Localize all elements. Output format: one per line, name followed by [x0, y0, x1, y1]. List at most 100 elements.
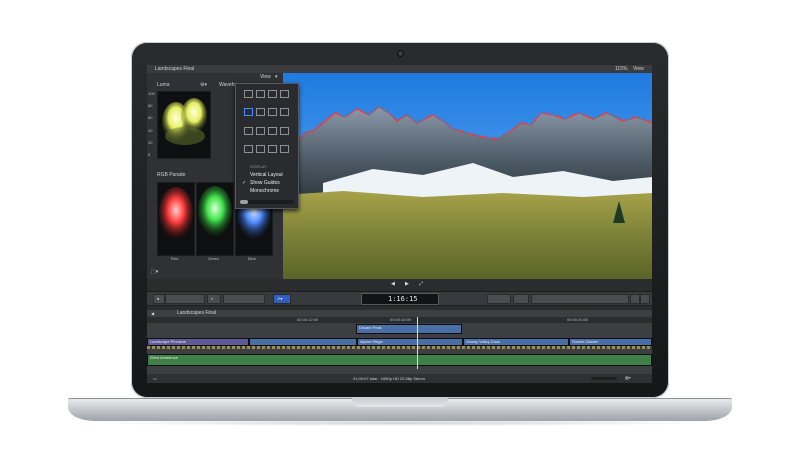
timeline: ◀ Landscapes Final 00:00:12:00 00:00:16:… — [147, 310, 652, 374]
search-icon: ⌕ — [211, 296, 214, 301]
record-voiceover-button[interactable]: ● — [153, 294, 165, 304]
clip-label: Distant Peak — [359, 325, 382, 330]
primary-clip[interactable]: Sunset Glacier — [569, 338, 652, 346]
title-bar: Landscapes Final 115% View — [147, 65, 652, 73]
display-section-label: DISPLAY — [250, 164, 267, 169]
viewer-image[interactable] — [283, 73, 652, 279]
primary-clip[interactable]: Alpine Ridge — [357, 338, 463, 346]
brightness-slider[interactable] — [240, 200, 294, 204]
scopes-view-menu[interactable]: View — [260, 74, 271, 80]
viewer-transport: ◀ ▶ ⤢ — [283, 279, 652, 289]
retime-button[interactable] — [513, 294, 529, 304]
fullscreen-icon[interactable]: ⤢ — [419, 281, 423, 287]
tick-label: 40 — [148, 127, 153, 133]
layout-option[interactable] — [268, 90, 277, 98]
menu-item-monochrome[interactable]: Monochrome — [250, 188, 279, 194]
timecode-value: 1:16:15 — [388, 295, 418, 303]
parade-label-green: Green — [208, 256, 220, 261]
project-title: Landscapes Final — [155, 66, 195, 72]
zoom-slider[interactable] — [591, 377, 617, 380]
microphone-icon: ● — [157, 296, 160, 301]
layout-option[interactable] — [256, 108, 265, 117]
browser-toggle-buttons[interactable] — [531, 294, 629, 304]
layout-option[interactable] — [268, 144, 277, 153]
timecode-display[interactable]: 1:16:15 — [361, 293, 439, 305]
red-parade-scope — [157, 182, 195, 256]
layout-option[interactable] — [244, 90, 253, 98]
search-button[interactable]: ⌕ — [207, 294, 221, 304]
layout-option[interactable] — [244, 108, 253, 117]
audio-clip-label: Wind Ambience — [150, 355, 178, 360]
scale-ticks: 100 80 60 40 20 0 — [148, 91, 156, 157]
primary-clip[interactable] — [249, 338, 357, 346]
layout-option[interactable] — [256, 144, 265, 153]
magic-wand-button[interactable] — [487, 294, 511, 304]
previous-frame-icon[interactable]: ◀ — [391, 281, 395, 287]
share-button[interactable] — [640, 294, 650, 304]
undo-button[interactable] — [630, 294, 640, 304]
app-screen: Landscapes Final 115% View Luma ⚙▾ Wavef… — [147, 65, 652, 383]
clip-label: Sunset Glacier — [572, 339, 599, 344]
timeline-project-title: Landscapes Final — [177, 310, 217, 316]
rgb-parade-label: RGB Parade — [157, 172, 186, 178]
menu-item-vertical-layout[interactable]: Vertical Layout — [250, 172, 283, 178]
layout-option[interactable] — [268, 108, 277, 117]
tick-label: 80 — [148, 103, 153, 109]
clip-appearance-icon[interactable]: ▦▾ — [625, 375, 631, 380]
ruler-mark: 00:00:16:00 — [390, 317, 412, 322]
primary-clip[interactable]: Landscape Pinnacle — [147, 338, 249, 346]
viewer-options-icon[interactable]: ⬚▾ — [151, 269, 158, 275]
playhead[interactable] — [417, 317, 418, 369]
clip-label: Landscape Pinnacle — [150, 339, 187, 344]
connected-clip[interactable]: Distant Peak — [356, 324, 462, 334]
layout-option[interactable] — [280, 126, 289, 135]
ruler-mark: 00:00:20:00 — [567, 317, 589, 322]
layout-option[interactable] — [244, 126, 253, 135]
tick-label: 0 — [148, 151, 151, 157]
layout-grid — [244, 90, 292, 160]
parade-label-red: Red — [171, 256, 179, 261]
timeline-options-icon[interactable]: ▭ — [153, 376, 157, 381]
scope-options-popup: DISPLAY Vertical Layout ✓ Show Guides Mo… — [235, 83, 299, 209]
menu-item-show-guides[interactable]: Show Guides — [250, 180, 280, 186]
layout-option[interactable] — [280, 108, 289, 117]
clip-label: Snowy Valley Dusk — [466, 339, 500, 344]
audio-clip[interactable]: Wind Ambience — [147, 354, 652, 366]
chevron-down-icon[interactable]: ▾ — [275, 74, 278, 80]
luma-waveform-scope — [157, 91, 211, 159]
tick-label: 60 — [148, 115, 153, 121]
luma-label: Luma — [157, 82, 170, 88]
select-tool-button[interactable]: ➚▾ — [273, 294, 291, 304]
layout-option[interactable] — [280, 90, 289, 98]
laptop-thumb-notch — [352, 398, 448, 407]
back-arrow-icon[interactable]: ◀ — [151, 311, 154, 316]
status-bar: ▭ 01:00:07 total · 1080p HD 23.98p Stere… — [147, 374, 652, 383]
parade-label-blue: Blue — [248, 256, 257, 261]
primary-clip[interactable]: Snowy Valley Dusk — [463, 338, 569, 346]
checkmark-icon: ✓ — [242, 180, 247, 186]
layout-option[interactable] — [244, 144, 253, 153]
tick-label: 20 — [148, 139, 153, 145]
luma-waveform-graphic — [162, 98, 207, 145]
main-toolbar: ● ⌕ ➚▾ 1:16:15 — [147, 291, 652, 306]
luma-settings-icon[interactable]: ⚙▾ — [200, 82, 207, 88]
audio-waveform-strip — [147, 346, 652, 349]
green-parade-scope — [196, 182, 234, 256]
layout-option[interactable] — [256, 90, 265, 98]
ruler-mark: 00:00:12:00 — [297, 317, 319, 322]
layout-option[interactable] — [256, 126, 265, 135]
layout-option[interactable] — [268, 126, 277, 135]
slider-thumb[interactable] — [240, 200, 248, 204]
timeline-ruler[interactable]: 00:00:12:00 00:00:16:00 00:00:20:00 — [147, 317, 652, 323]
layout-option[interactable] — [280, 144, 289, 153]
tick-label: 100 — [148, 91, 155, 96]
media-browser-buttons[interactable] — [165, 294, 205, 304]
clip-label: Alpine Ridge — [360, 339, 383, 344]
zoom-level[interactable]: 115% — [615, 65, 627, 73]
arrow-cursor-icon: ➚▾ — [277, 296, 283, 301]
viewer-view-menu[interactable]: View — [633, 65, 644, 73]
play-icon[interactable]: ▶ — [405, 281, 409, 287]
edit-mode-buttons[interactable] — [223, 294, 265, 304]
camera-icon — [397, 50, 404, 57]
timeline-status: 01:00:07 total · 1080p HD 23.98p Stereo — [353, 376, 426, 381]
